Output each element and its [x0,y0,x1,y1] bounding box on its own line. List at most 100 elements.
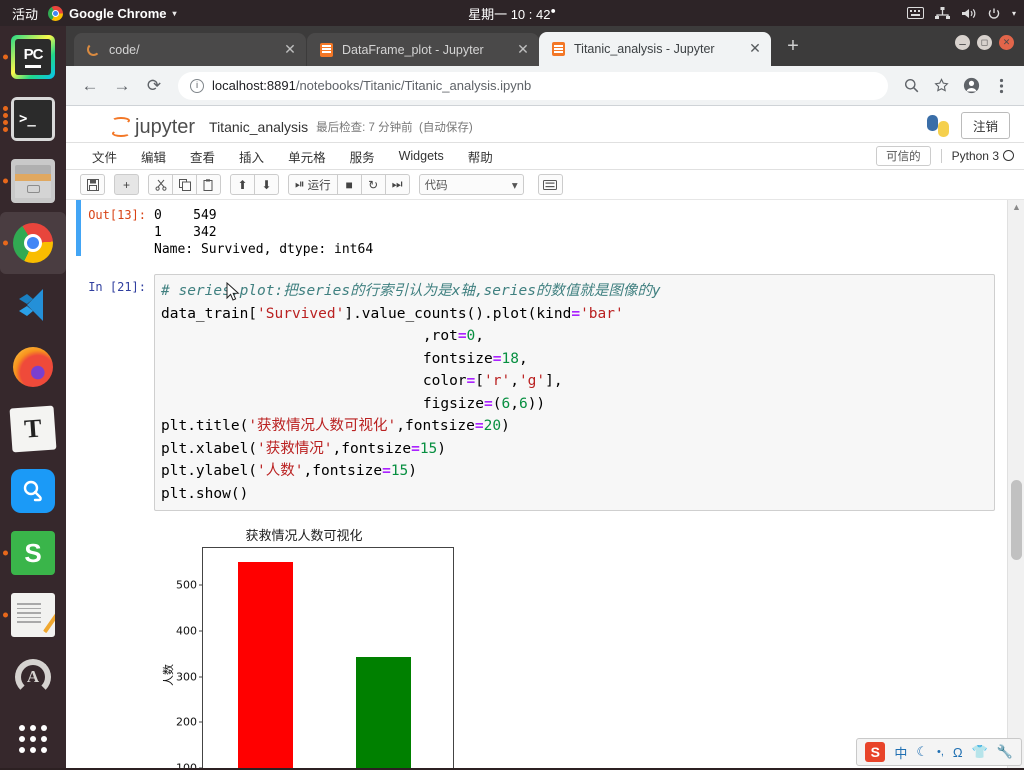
save-icon[interactable] [80,174,105,195]
code-line-3: fontsize=18, [161,351,528,367]
dock-item-typora[interactable]: T [0,398,66,460]
moon-icon[interactable]: ☾ [916,744,928,760]
tab-close-icon[interactable]: ✕ [515,42,531,58]
dock-item-firefox[interactable] [0,336,66,398]
new-tab-button[interactable]: + [779,32,807,60]
menu-file[interactable]: 文件 [92,147,117,166]
notebook-output-cell[interactable]: Out[13]: 0 549 1 342 Name: Survived, dty… [76,200,1007,258]
reload-button[interactable]: ⟳ [140,72,168,100]
move-down-icon[interactable]: ⬇ [254,174,279,195]
menu-cell[interactable]: 单元格 [288,147,326,166]
scroll-up-arrow-icon[interactable]: ▲ [1008,202,1024,212]
youdao-dict-icon [11,469,55,513]
chart-plot-area: 0 100 200 3 [202,547,454,768]
wrench-icon[interactable]: 🔧 [997,744,1013,760]
browser-tab-dataframe-plot[interactable]: DataFrame_plot - Jupyter ✕ [307,33,539,66]
tab-close-icon[interactable]: ✕ [282,42,298,58]
dock-item-notes[interactable] [0,584,66,646]
output-prompt: Out[13]: [76,204,154,258]
url-host: localhost:8891 [212,78,296,93]
stop-icon[interactable]: ■ [337,174,362,195]
dock-item-amnesia[interactable] [0,646,66,708]
forward-button[interactable]: → [108,72,136,100]
run-button[interactable]: ⏯运行 [288,174,338,195]
running-indicator [3,106,8,132]
cell-type-value: 代码 [425,177,448,193]
logout-button[interactable]: 注销 [961,112,1010,139]
jupyter-header-right: 注销 [927,112,1010,139]
chrome-window: code/ ✕ DataFrame_plot - Jupyter ✕ Titan… [66,26,1024,768]
running-indicator [3,241,8,246]
system-indicators[interactable]: ▾ [907,7,1016,20]
jupyter-logo-text: jupyter [135,116,195,139]
omega-icon[interactable]: Ω [953,745,963,760]
profile-icon[interactable] [958,73,984,99]
restart-icon[interactable]: ↻ [361,174,386,195]
browser-tab-titanic-analysis[interactable]: Titanic_analysis - Jupyter ✕ [539,32,771,66]
amnesia-icon [11,655,55,699]
dock-item-google-chrome[interactable] [0,212,66,274]
menu-view[interactable]: 查看 [190,147,215,166]
keyboard-icon[interactable] [538,174,563,195]
page-scrollbar[interactable]: ▲ [1007,200,1024,768]
notebook-code-cell[interactable]: In [21]: # series.plot:把series的行索引认为是x轴,… [76,274,1007,511]
punctuation-icon[interactable]: •, [937,746,944,758]
notebook-scroll-area: Out[13]: 0 549 1 342 Name: Survived, dty… [66,200,1007,768]
trusted-badge[interactable]: 可信的 [876,146,931,166]
bookmark-star-icon[interactable] [928,73,954,99]
menu-insert[interactable]: 插入 [239,147,264,166]
code-line-7: plt.xlabel('获救情况',fontsize=15) [161,441,446,457]
menu-kebab-icon[interactable] [988,73,1014,99]
dock-item-files[interactable] [0,150,66,212]
browser-tab-code[interactable]: code/ ✕ [74,33,306,66]
jupyter-menu-bar: 文件 编辑 查看 插入 单元格 服务 Widgets 帮助 可信的 Python… [66,142,1024,170]
skin-icon[interactable]: 👕 [972,744,988,760]
address-bar[interactable]: i localhost:8891/notebooks/Titanic/Titan… [178,72,888,100]
back-button[interactable]: ← [76,72,104,100]
menu-kernel[interactable]: 服务 [350,147,375,166]
power-icon[interactable] [987,7,1001,20]
menu-widgets[interactable]: Widgets [399,149,444,163]
site-info-icon[interactable]: i [190,79,204,93]
dock-item-sublime-text[interactable]: S [0,522,66,584]
scrollbar-thumb[interactable] [1011,480,1022,560]
fast-forward-icon[interactable]: ⏭ [385,174,410,195]
menu-help[interactable]: 帮助 [468,147,493,166]
sogou-ime-tray: S 中 ☾ •, Ω 👕 🔧 [856,738,1022,766]
sogou-logo-icon[interactable]: S [865,742,885,762]
ime-chinese-mode[interactable]: 中 [894,743,907,762]
add-cell-icon[interactable]: + [114,174,139,195]
copy-icon[interactable] [172,174,197,195]
dock-item-vscode[interactable] [0,274,66,336]
dock-item-terminal[interactable]: >_ [0,88,66,150]
dock-item-pycharm[interactable]: PC [0,26,66,88]
close-button[interactable]: ✕ [999,35,1014,50]
ubuntu-dock: PC >_ T S [0,26,66,768]
dock-item-youdao-dict[interactable] [0,460,66,522]
cell-type-select[interactable]: 代码 ▾ [419,174,524,195]
jupyter-logo[interactable]: jupyter [110,116,195,139]
network-icon[interactable] [935,7,950,20]
paste-icon[interactable] [196,174,221,195]
cut-icon[interactable] [148,174,173,195]
tab-title: code/ [109,43,274,57]
code-editor[interactable]: # series.plot:把series的行索引认为是x轴,series的数值… [154,274,995,511]
move-up-icon[interactable]: ⬆ [230,174,255,195]
dock-item-show-applications[interactable] [0,708,66,770]
notebook-name[interactable]: Titanic_analysis [209,119,308,135]
menu-edit[interactable]: 编辑 [141,147,166,166]
tab-close-icon[interactable]: ✕ [747,41,763,57]
chevron-down-icon-system[interactable]: ▾ [1012,9,1016,18]
autosave-label: (自动保存) [419,122,473,134]
kernel-name[interactable]: Python 3 [941,149,1014,163]
volume-icon[interactable] [961,7,976,20]
search-icon[interactable] [898,73,924,99]
keyboard-icon[interactable] [907,7,924,19]
minimize-button[interactable]: ⚊ [955,35,970,50]
clock[interactable]: 星期一 10 : 42● [0,4,1024,23]
maximize-button[interactable]: ◻ [977,35,992,50]
python-logo-icon [927,115,949,137]
save-group [80,174,105,195]
url-path: /notebooks/Titanic/Titanic_analysis.ipyn… [296,78,531,93]
terminal-icon: >_ [11,97,55,141]
